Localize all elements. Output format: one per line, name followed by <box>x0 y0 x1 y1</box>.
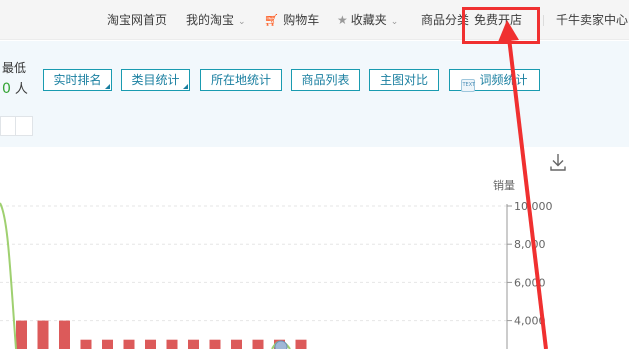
annotation-arrow-head <box>498 20 519 42</box>
annotation-arrow <box>498 20 548 349</box>
annotation-arrow-line <box>507 37 548 349</box>
